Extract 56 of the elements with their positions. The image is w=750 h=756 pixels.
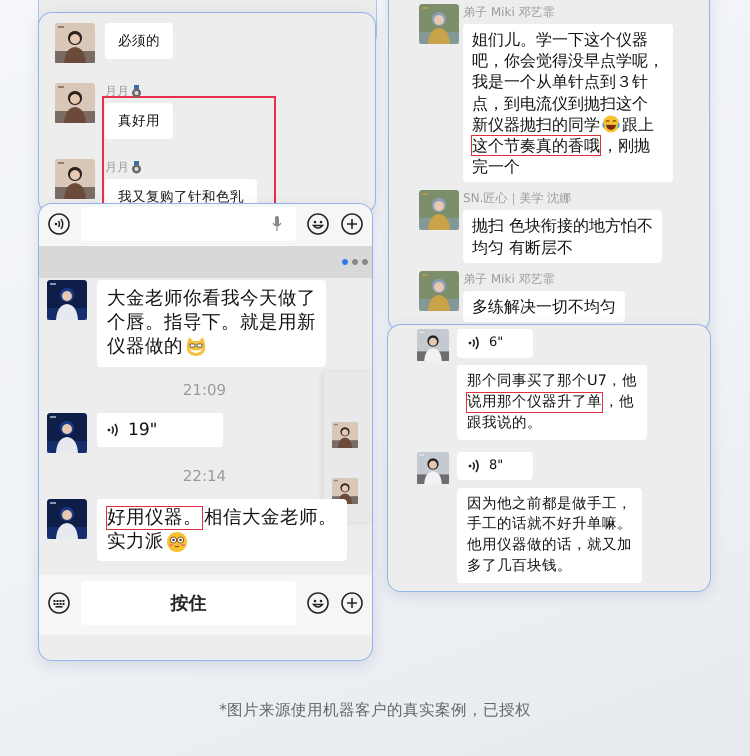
voice-icon xyxy=(467,458,481,474)
message-text: 点，到电流仪到抛扫这个 xyxy=(471,92,649,114)
message-text: 大金老师你看我今天做了 xyxy=(106,287,317,311)
voice-icon xyxy=(467,335,481,352)
input-field[interactable] xyxy=(81,207,296,241)
emoji-icon[interactable] xyxy=(306,212,330,236)
voice-duration: 8" xyxy=(489,458,504,474)
message-text: 手工的话就不好升单嘛。 xyxy=(466,514,633,534)
page-dot[interactable] xyxy=(352,259,358,265)
timestamp: 22:14 xyxy=(182,466,226,485)
message-text: 新仪器抛扫的同学 xyxy=(471,114,601,135)
message-text: 跟上 xyxy=(621,114,655,135)
voice-duration: 19" xyxy=(128,420,158,440)
sender-name: 弟子 Miki 邓艺霏 xyxy=(463,270,555,288)
message-text: 好用仪器。相信大金老师。 xyxy=(106,506,338,530)
voice-icon xyxy=(106,422,120,438)
plus-icon[interactable] xyxy=(340,212,364,236)
voice-duration: 6" xyxy=(489,335,504,352)
voice-message[interactable]: 8" xyxy=(457,452,533,480)
message-text: 多练解决一切不均匀 xyxy=(471,296,617,317)
voice-message[interactable]: 19" xyxy=(97,412,223,447)
voice-message[interactable]: 6" xyxy=(457,329,533,358)
sender-name: 弟子 Miki 邓艺霏 xyxy=(463,4,555,21)
message-text: 他用仪器做的话，就又加 xyxy=(466,536,633,556)
emoji-icon[interactable] xyxy=(306,590,330,615)
message-text: 姐们儿。学一下这个仪器 xyxy=(471,29,649,50)
message-text: 因为他之前都是做手工， xyxy=(466,494,633,514)
page-dot[interactable] xyxy=(362,259,368,265)
plus-icon[interactable] xyxy=(340,590,364,615)
message-text: 完一个 xyxy=(471,156,521,178)
sender-name: 月月 xyxy=(105,159,129,176)
microphone-icon[interactable] xyxy=(272,216,282,232)
message-text: 均匀 有断层不 xyxy=(471,236,574,258)
page-dot[interactable] xyxy=(342,259,348,265)
message-text: 跟我说的。 xyxy=(466,414,543,433)
message-text: 必须的 xyxy=(117,32,161,51)
blushing-emoji-icon xyxy=(165,530,189,554)
message-text: 我是一个从单针点到３针 xyxy=(471,71,649,93)
sender-name: SN.匠心｜美学 沈娜 xyxy=(463,190,572,208)
footnote: *图片来源使用机器客户的真实案例，已授权 xyxy=(218,700,532,721)
message-text: 个唇。指导下。就是用新 xyxy=(106,311,317,336)
voice-icon[interactable] xyxy=(47,212,71,236)
message-text: 那个同事买了那个U7，他 xyxy=(466,372,638,391)
message-text: 真好用 xyxy=(117,112,161,131)
message-text: 多了几百块钱。 xyxy=(466,557,573,576)
hold-to-talk-button[interactable]: 按住 xyxy=(81,580,296,625)
message-text: 实力派 xyxy=(106,530,165,554)
message-text: 抛扫 色块衔接的地方怕不 xyxy=(471,215,654,236)
message-text: 仪器做的 xyxy=(106,335,184,360)
message-text: 这个节奏真的香哦，刚抛 xyxy=(471,134,651,156)
timestamp: 21:09 xyxy=(182,380,226,399)
sender-name: 月月 xyxy=(105,83,129,100)
keyboard-icon[interactable] xyxy=(47,590,71,615)
message-text: 吧，你会觉得没早点学呢， xyxy=(471,50,665,72)
message-text: 我又复购了针和色乳 xyxy=(117,188,245,208)
laughing-emoji-icon xyxy=(601,114,621,134)
